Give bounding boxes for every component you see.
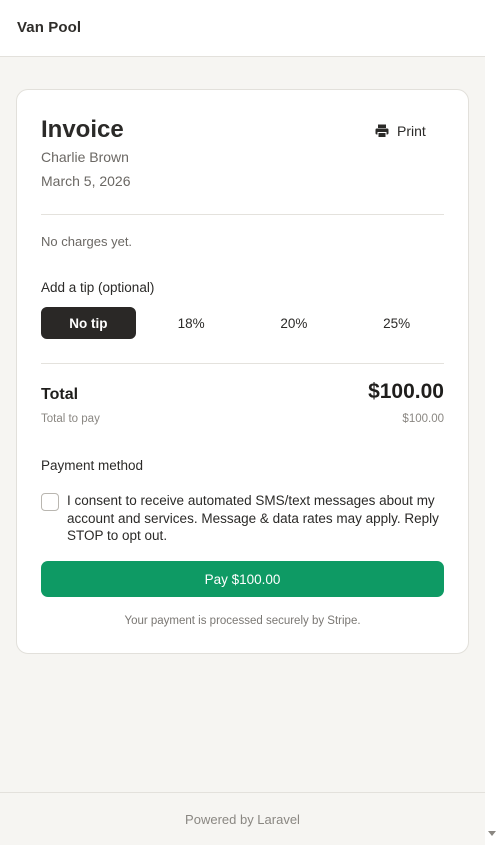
total-to-pay-label: Total to pay <box>41 413 100 425</box>
footer-text: Powered by Laravel <box>185 812 300 827</box>
footer: Powered by Laravel <box>0 792 485 845</box>
total-to-pay-amount: $100.00 <box>402 413 444 425</box>
invoice-card: Invoice Charlie Brown March 5, 2026 Prin… <box>16 89 469 654</box>
total-label: Total <box>41 386 79 403</box>
sms-consent-checkbox[interactable] <box>41 493 59 511</box>
scrollbar[interactable] <box>485 0 500 845</box>
print-label: Print <box>397 123 426 139</box>
divider <box>41 214 444 215</box>
total-amount: $100.00 <box>368 380 444 403</box>
tip-option-25[interactable]: 25% <box>349 307 444 339</box>
printer-icon <box>375 124 389 138</box>
sms-consent-text[interactable]: I consent to receive automated SMS/text … <box>67 492 447 545</box>
top-bar: Van Pool <box>0 0 485 57</box>
tip-label: Add a tip (optional) <box>41 280 155 295</box>
pay-button[interactable]: Pay $100.00 <box>41 561 444 597</box>
page-title: Invoice <box>41 116 124 143</box>
brand-name[interactable]: Van Pool <box>17 19 81 36</box>
secure-payment-note: Your payment is processed securely by St… <box>124 615 361 627</box>
tip-option-18[interactable]: 18% <box>144 307 239 339</box>
print-button[interactable]: Print <box>375 120 426 142</box>
page: Van Pool Invoice Charlie Brown March 5, … <box>0 0 485 845</box>
divider <box>41 363 444 364</box>
invoice-date: March 5, 2026 <box>41 173 131 189</box>
tip-option-none[interactable]: No tip <box>41 307 136 339</box>
tip-option-20[interactable]: 20% <box>247 307 342 339</box>
scroll-down-icon[interactable] <box>488 831 496 836</box>
payment-method-label: Payment method <box>41 458 144 473</box>
tip-options: No tip 18% 20% 25% <box>41 307 444 339</box>
customer-name: Charlie Brown <box>41 149 129 165</box>
no-charges-text: No charges yet. <box>41 234 133 249</box>
